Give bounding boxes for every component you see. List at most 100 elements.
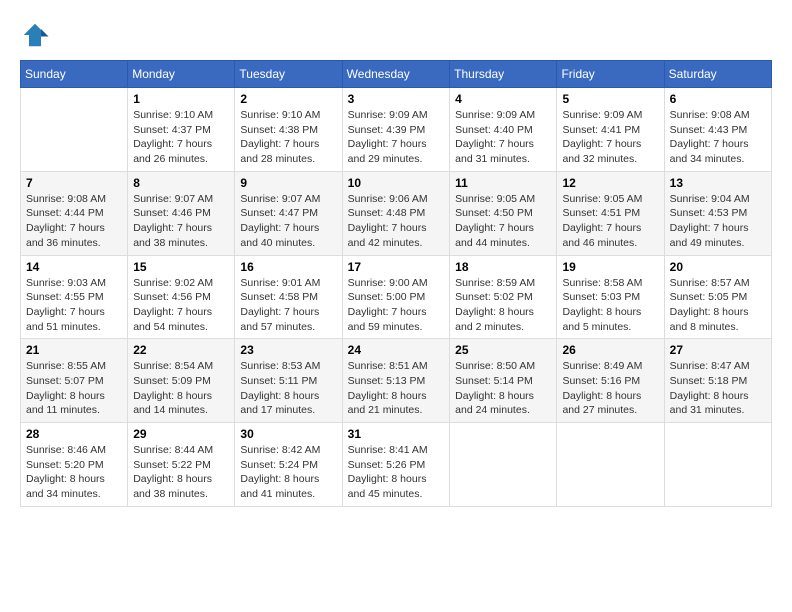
day-number: 26 <box>562 343 658 357</box>
calendar-cell: 20 Sunrise: 8:57 AMSunset: 5:05 PMDayligh… <box>664 255 771 339</box>
day-info: Sunrise: 9:01 AMSunset: 4:58 PMDaylight:… <box>240 276 336 335</box>
day-number: 30 <box>240 427 336 441</box>
day-info: Sunrise: 8:44 AMSunset: 5:22 PMDaylight:… <box>133 443 229 502</box>
calendar-cell: 14Sunrise: 9:03 AMSunset: 4:55 PMDayligh… <box>21 255 128 339</box>
day-number: 2 <box>240 92 336 106</box>
calendar-cell: 27 Sunrise: 8:47 AMSunset: 5:18 PMDayligh… <box>664 339 771 423</box>
day-info: Sunrise: 9:07 AMSunset: 4:46 PMDaylight:… <box>133 192 229 251</box>
day-number: 29 <box>133 427 229 441</box>
day-info: Sunrise: 9:07 AMSunset: 4:47 PMDaylight:… <box>240 192 336 251</box>
calendar-week-row: 28 Sunrise: 8:46 AMSunset: 5:20 PMDayligh… <box>21 423 772 507</box>
calendar-week-row: 21 Sunrise: 8:55 AMSunset: 5:07 PMDayligh… <box>21 339 772 423</box>
calendar-cell: 12Sunrise: 9:05 AMSunset: 4:51 PMDayligh… <box>557 171 664 255</box>
day-number: 13 <box>670 176 766 190</box>
day-number: 15 <box>133 260 229 274</box>
day-number: 9 <box>240 176 336 190</box>
day-number: 22 <box>133 343 229 357</box>
day-info: Sunrise: 8:58 AMSunset: 5:03 PMDaylight:… <box>562 276 658 335</box>
calendar-week-row: 14Sunrise: 9:03 AMSunset: 4:55 PMDayligh… <box>21 255 772 339</box>
day-number: 25 <box>455 343 551 357</box>
day-number: 7 <box>26 176 122 190</box>
day-info: Sunrise: 8:47 AMSunset: 5:18 PMDaylight:… <box>670 359 766 418</box>
day-info: Sunrise: 9:10 AMSunset: 4:38 PMDaylight:… <box>240 108 336 167</box>
day-info: Sunrise: 9:08 AMSunset: 4:44 PMDaylight:… <box>26 192 122 251</box>
day-info: Sunrise: 8:46 AMSunset: 5:20 PMDaylight:… <box>26 443 122 502</box>
day-number: 27 <box>670 343 766 357</box>
calendar-table: SundayMondayTuesdayWednesdayThursdayFrid… <box>20 60 772 507</box>
day-info: Sunrise: 8:49 AMSunset: 5:16 PMDaylight:… <box>562 359 658 418</box>
day-info: Sunrise: 8:50 AMSunset: 5:14 PMDaylight:… <box>455 359 551 418</box>
day-number: 19 <box>562 260 658 274</box>
day-info: Sunrise: 9:08 AMSunset: 4:43 PMDaylight:… <box>670 108 766 167</box>
day-number: 21 <box>26 343 122 357</box>
day-info: Sunrise: 9:04 AMSunset: 4:53 PMDaylight:… <box>670 192 766 251</box>
calendar-week-row: 7 Sunrise: 9:08 AMSunset: 4:44 PMDaylight… <box>21 171 772 255</box>
day-header-sunday: Sunday <box>21 61 128 88</box>
calendar-cell: 5 Sunrise: 9:09 AMSunset: 4:41 PMDaylight… <box>557 88 664 172</box>
day-info: Sunrise: 8:41 AMSunset: 5:26 PMDaylight:… <box>348 443 444 502</box>
calendar-cell: 28 Sunrise: 8:46 AMSunset: 5:20 PMDayligh… <box>21 423 128 507</box>
calendar-cell <box>21 88 128 172</box>
day-info: Sunrise: 8:54 AMSunset: 5:09 PMDaylight:… <box>133 359 229 418</box>
day-info: Sunrise: 9:10 AMSunset: 4:37 PMDaylight:… <box>133 108 229 167</box>
day-info: Sunrise: 8:55 AMSunset: 5:07 PMDaylight:… <box>26 359 122 418</box>
calendar-cell: 19 Sunrise: 8:58 AMSunset: 5:03 PMDayligh… <box>557 255 664 339</box>
calendar-cell: 8 Sunrise: 9:07 AMSunset: 4:46 PMDaylight… <box>128 171 235 255</box>
calendar-cell: 26 Sunrise: 8:49 AMSunset: 5:16 PMDayligh… <box>557 339 664 423</box>
calendar-cell: 7 Sunrise: 9:08 AMSunset: 4:44 PMDaylight… <box>21 171 128 255</box>
day-number: 28 <box>26 427 122 441</box>
day-number: 31 <box>348 427 444 441</box>
day-number: 11 <box>455 176 551 190</box>
day-number: 5 <box>562 92 658 106</box>
day-info: Sunrise: 9:02 AMSunset: 4:56 PMDaylight:… <box>133 276 229 335</box>
day-header-thursday: Thursday <box>450 61 557 88</box>
day-number: 18 <box>455 260 551 274</box>
day-number: 17 <box>348 260 444 274</box>
calendar-cell: 6 Sunrise: 9:08 AMSunset: 4:43 PMDaylight… <box>664 88 771 172</box>
day-info: Sunrise: 8:42 AMSunset: 5:24 PMDaylight:… <box>240 443 336 502</box>
day-info: Sunrise: 9:09 AMSunset: 4:40 PMDaylight:… <box>455 108 551 167</box>
calendar-cell: 11Sunrise: 9:05 AMSunset: 4:50 PMDayligh… <box>450 171 557 255</box>
day-header-saturday: Saturday <box>664 61 771 88</box>
day-header-tuesday: Tuesday <box>235 61 342 88</box>
day-number: 3 <box>348 92 444 106</box>
day-number: 4 <box>455 92 551 106</box>
calendar-cell: 30 Sunrise: 8:42 AMSunset: 5:24 PMDayligh… <box>235 423 342 507</box>
calendar-cell: 25 Sunrise: 8:50 AMSunset: 5:14 PMDayligh… <box>450 339 557 423</box>
calendar-cell: 31 Sunrise: 8:41 AMSunset: 5:26 PMDayligh… <box>342 423 449 507</box>
calendar-header-row: SundayMondayTuesdayWednesdayThursdayFrid… <box>21 61 772 88</box>
calendar-cell: 21 Sunrise: 8:55 AMSunset: 5:07 PMDayligh… <box>21 339 128 423</box>
day-header-friday: Friday <box>557 61 664 88</box>
day-info: Sunrise: 8:51 AMSunset: 5:13 PMDaylight:… <box>348 359 444 418</box>
day-header-monday: Monday <box>128 61 235 88</box>
day-info: Sunrise: 9:00 AMSunset: 5:00 PMDaylight:… <box>348 276 444 335</box>
calendar-cell: 1Sunrise: 9:10 AMSunset: 4:37 PMDaylight… <box>128 88 235 172</box>
calendar-cell: 13 Sunrise: 9:04 AMSunset: 4:53 PMDayligh… <box>664 171 771 255</box>
day-info: Sunrise: 9:03 AMSunset: 4:55 PMDaylight:… <box>26 276 122 335</box>
day-info: Sunrise: 8:53 AMSunset: 5:11 PMDaylight:… <box>240 359 336 418</box>
calendar-week-row: 1Sunrise: 9:10 AMSunset: 4:37 PMDaylight… <box>21 88 772 172</box>
calendar-cell: 29 Sunrise: 8:44 AMSunset: 5:22 PMDayligh… <box>128 423 235 507</box>
day-info: Sunrise: 8:57 AMSunset: 5:05 PMDaylight:… <box>670 276 766 335</box>
day-info: Sunrise: 9:06 AMSunset: 4:48 PMDaylight:… <box>348 192 444 251</box>
calendar-cell: 23 Sunrise: 8:53 AMSunset: 5:11 PMDayligh… <box>235 339 342 423</box>
day-info: Sunrise: 9:09 AMSunset: 4:41 PMDaylight:… <box>562 108 658 167</box>
day-number: 23 <box>240 343 336 357</box>
day-info: Sunrise: 8:59 AMSunset: 5:02 PMDaylight:… <box>455 276 551 335</box>
calendar-cell: 22 Sunrise: 8:54 AMSunset: 5:09 PMDayligh… <box>128 339 235 423</box>
calendar-cell: 9 Sunrise: 9:07 AMSunset: 4:47 PMDaylight… <box>235 171 342 255</box>
day-number: 24 <box>348 343 444 357</box>
calendar-cell: 10 Sunrise: 9:06 AMSunset: 4:48 PMDayligh… <box>342 171 449 255</box>
day-number: 12 <box>562 176 658 190</box>
calendar-cell: 2 Sunrise: 9:10 AMSunset: 4:38 PMDaylight… <box>235 88 342 172</box>
day-number: 10 <box>348 176 444 190</box>
day-header-wednesday: Wednesday <box>342 61 449 88</box>
logo-icon <box>20 20 50 50</box>
day-number: 16 <box>240 260 336 274</box>
day-number: 20 <box>670 260 766 274</box>
calendar-cell: 4 Sunrise: 9:09 AMSunset: 4:40 PMDaylight… <box>450 88 557 172</box>
day-info: Sunrise: 9:09 AMSunset: 4:39 PMDaylight:… <box>348 108 444 167</box>
calendar-cell: 16 Sunrise: 9:01 AMSunset: 4:58 PMDayligh… <box>235 255 342 339</box>
day-number: 6 <box>670 92 766 106</box>
day-number: 8 <box>133 176 229 190</box>
